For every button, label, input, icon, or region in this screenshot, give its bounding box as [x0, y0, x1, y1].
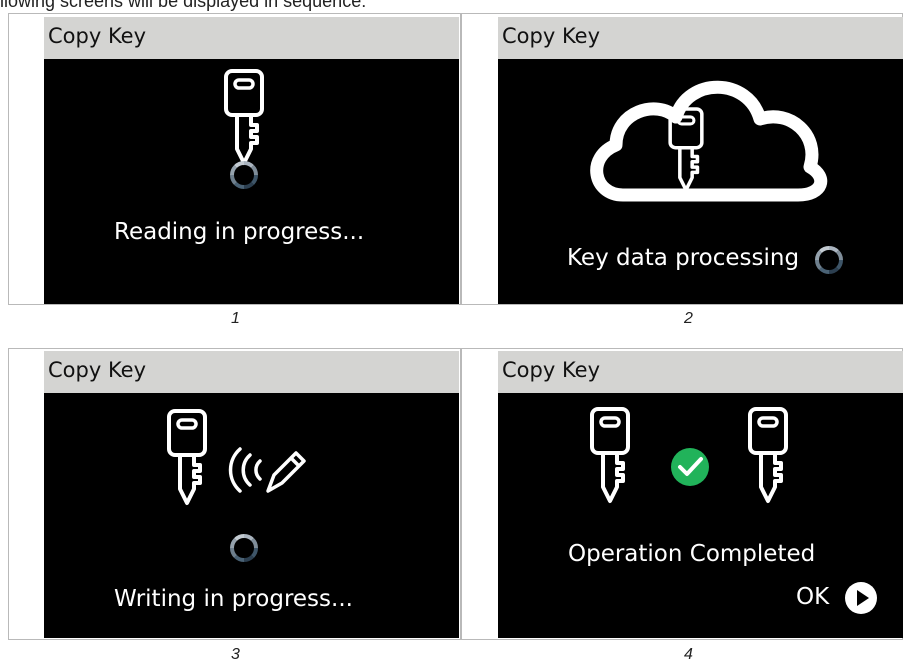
key-icon — [167, 409, 207, 505]
loading-spinner-icon — [229, 160, 259, 190]
status-message: Operation Completed — [568, 541, 816, 567]
device-screen-1: Copy Key Reading in progress... — [44, 17, 459, 304]
screen-cell-3: Copy Key Writing in progress... — [8, 348, 461, 640]
screen-cell-1: Copy Key Reading in progress... — [8, 13, 461, 305]
caption-4: 4 — [684, 646, 693, 663]
caption-1: 1 — [231, 310, 240, 327]
check-circle-icon — [671, 448, 709, 486]
cloud-icon — [590, 80, 828, 202]
screen-art — [224, 69, 264, 190]
ok-label: OK — [796, 584, 830, 610]
caption-3: 3 — [231, 646, 240, 663]
loading-spinner-icon — [229, 533, 259, 563]
key-icon — [748, 407, 788, 503]
key-icon — [224, 69, 264, 165]
key-icon — [590, 407, 630, 503]
status-message: Reading in progress... — [114, 219, 365, 245]
signal-waves-icon — [228, 447, 262, 493]
ok-button[interactable]: OK — [796, 581, 888, 617]
caption-2: 2 — [684, 310, 693, 327]
play-circle-icon — [845, 582, 877, 614]
device-screen-4: Copy Key Operation Completed OK — [498, 351, 903, 638]
device-screen-3: Copy Key Writing in progress... — [44, 351, 459, 638]
pencil-icon — [266, 451, 306, 493]
status-message: Key data processing — [567, 245, 800, 271]
loading-spinner-icon — [814, 245, 844, 275]
screen-cell-4: Copy Key Operation Completed OK — [461, 348, 903, 640]
device-screen-2: Copy Key Key data processing — [498, 17, 903, 304]
intro-text: llowing screens will be displayed in seq… — [0, 0, 367, 11]
screen-cell-2: Copy Key Key data processing — [461, 13, 903, 305]
status-message: Writing in progress... — [114, 586, 353, 612]
